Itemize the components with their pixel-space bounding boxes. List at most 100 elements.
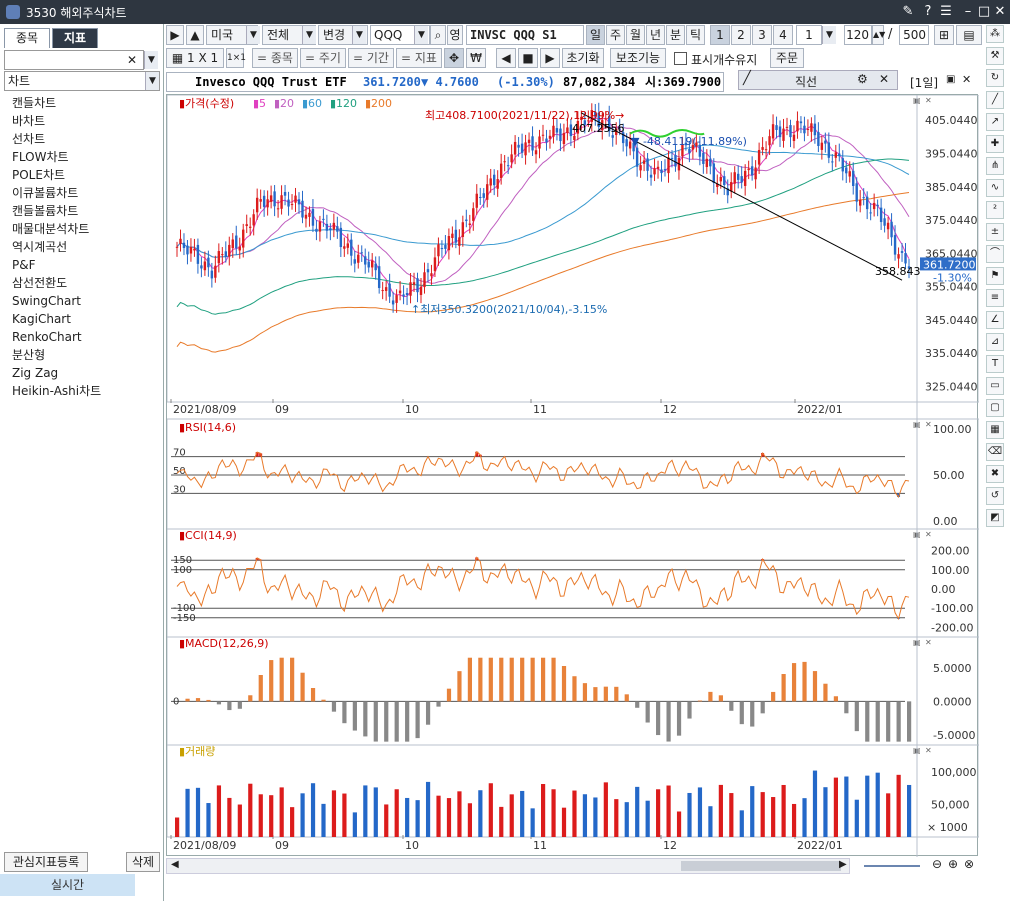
keep-count-checkbox[interactable] xyxy=(674,52,687,65)
pane-close-icon[interactable]: ✕ xyxy=(962,73,971,86)
chart-type-item[interactable]: 분산형 xyxy=(4,346,160,364)
chart-type-item[interactable]: 매물대분석차트 xyxy=(4,220,160,238)
gann-icon[interactable]: ⊿ xyxy=(986,333,1004,351)
count-stepper[interactable]: ▲▼ xyxy=(872,25,885,45)
period-tab[interactable]: 주 xyxy=(606,25,625,45)
ruler-icon[interactable]: ▭ xyxy=(986,377,1004,395)
settings-gear-icon[interactable]: ⚙ xyxy=(857,72,868,86)
period-tab[interactable]: 틱 xyxy=(686,25,705,45)
period-tab[interactable]: 일 xyxy=(586,25,605,45)
stop-icon[interactable]: ■ xyxy=(518,48,538,68)
english-toggle[interactable]: 영 xyxy=(447,25,463,45)
scroll-left-icon[interactable]: ◀ xyxy=(171,859,179,870)
pin-icon[interactable]: ✎ xyxy=(900,3,916,20)
chevron-down-icon[interactable]: ▼ xyxy=(145,72,159,90)
drawing-tool-palette[interactable]: ╱ 직선 ⚙ ✕ xyxy=(738,70,898,90)
menu-icon[interactable]: ☰ xyxy=(938,3,954,20)
all-icon[interactable]: ⁂ xyxy=(986,25,1004,43)
period-tab[interactable]: 년 xyxy=(646,25,665,45)
chart-type-item[interactable]: 캔들차트 xyxy=(4,94,160,112)
chevron-down-icon[interactable]: ▼ xyxy=(414,26,428,44)
magnet-icon[interactable]: ◩ xyxy=(986,509,1004,527)
close-tool-icon[interactable]: ✕ xyxy=(879,72,889,86)
interval-button[interactable]: 1 xyxy=(710,25,730,45)
sync-stock-button[interactable]: = 종목 xyxy=(252,48,298,68)
arc-icon[interactable]: ⌒ xyxy=(986,245,1004,263)
order-button[interactable]: 주문 xyxy=(770,48,804,68)
sync-range-button[interactable]: = 기간 xyxy=(348,48,394,68)
search-icon[interactable]: ⌕ xyxy=(430,25,446,45)
chart-type-item[interactable]: SwingChart xyxy=(4,292,160,310)
new-window-icon[interactable]: ⊞ xyxy=(934,25,954,45)
search-dropdown-icon[interactable]: ▼ xyxy=(144,51,158,69)
sync-indicator-button[interactable]: = 지표 xyxy=(396,48,442,68)
register-indicator-button[interactable]: 관심지표등록 xyxy=(4,852,88,872)
interval-button[interactable]: 4 xyxy=(773,25,793,45)
scroll-right-icon[interactable]: ▶ xyxy=(839,859,847,870)
layout-select[interactable]: ▦ 1 X 1 xyxy=(166,48,224,68)
chart-type-item[interactable]: POLE차트 xyxy=(4,166,160,184)
chart-type-item[interactable]: FLOW차트 xyxy=(4,148,160,166)
trend-icon[interactable]: ↗ xyxy=(986,113,1004,131)
cycle-icon[interactable]: ↻ xyxy=(986,69,1004,87)
interval-button[interactable]: 3 xyxy=(752,25,772,45)
line-icon[interactable]: ╱ xyxy=(986,91,1004,109)
plus-icon[interactable]: ± xyxy=(986,223,1004,241)
move-icon[interactable]: ✥ xyxy=(444,48,464,68)
zoom-in-icon[interactable]: ⊕ xyxy=(948,857,958,871)
period-tab[interactable]: 월 xyxy=(626,25,645,45)
fork-icon[interactable]: ⋔ xyxy=(986,157,1004,175)
tab-stock[interactable]: 종목 xyxy=(4,28,50,48)
all-delete-icon[interactable]: ✖ xyxy=(986,465,1004,483)
minimize-icon[interactable]: – xyxy=(960,3,976,20)
sync-period-button[interactable]: = 주기 xyxy=(300,48,346,68)
close-icon[interactable]: ✕ xyxy=(992,3,1008,20)
fib-icon[interactable]: ≡ xyxy=(986,289,1004,307)
delete-button[interactable]: 삭제 xyxy=(126,852,160,872)
prev-icon[interactable]: ◀ xyxy=(496,48,516,68)
chevron-down-icon[interactable]: ▼ xyxy=(302,26,316,44)
layout-1x1-icon[interactable]: 1×1 xyxy=(226,48,246,68)
cross-icon[interactable]: ✚ xyxy=(986,135,1004,153)
flag-icon[interactable]: ⚑ xyxy=(986,267,1004,285)
chart-type-item[interactable]: 캔들볼륨차트 xyxy=(4,202,160,220)
chevron-down-icon[interactable]: ▼ xyxy=(352,26,366,44)
pane-max-icon[interactable]: ▣ xyxy=(946,74,955,85)
tab-indicator[interactable]: 지표 xyxy=(52,28,98,48)
erase-icon[interactable]: ⌫ xyxy=(986,443,1004,461)
chart-type-combo[interactable]: 차트 ▼ xyxy=(4,71,160,91)
wave-icon[interactable]: ∿ xyxy=(986,179,1004,197)
line-tool-icon[interactable]: ╱ xyxy=(743,71,751,86)
chevron-down-icon[interactable]: ▼ xyxy=(246,26,260,44)
next-icon[interactable]: ▶ xyxy=(540,48,560,68)
period-tab[interactable]: 분 xyxy=(666,25,685,45)
chart-type-item[interactable]: RenkoChart xyxy=(4,328,160,346)
chart-scrollbar[interactable]: ◀ ▶ xyxy=(166,858,850,874)
text-icon[interactable]: T xyxy=(986,355,1004,373)
count-select[interactable]: 1 xyxy=(796,25,822,45)
chart-type-item[interactable]: 삼선전환도 xyxy=(4,274,160,292)
reset-button[interactable]: 초기화 xyxy=(562,48,604,68)
chart-type-item[interactable]: 역시계곡선 xyxy=(4,238,160,256)
chart-canvas[interactable]: ▣✕▣✕▣✕▣✕▣✕405.0440395.0440385.0440375.04… xyxy=(167,95,979,857)
help-icon[interactable]: ? xyxy=(920,3,936,20)
chart-type-item[interactable]: 선차트 xyxy=(4,130,160,148)
nav-right-icon[interactable]: ▶ xyxy=(166,25,184,45)
undo-icon[interactable]: ↺ xyxy=(986,487,1004,505)
aux-function-button[interactable]: 보조기능 xyxy=(610,48,666,68)
chart-type-item[interactable]: 바차트 xyxy=(4,112,160,130)
chart-area[interactable]: ▣✕▣✕▣✕▣✕▣✕405.0440395.0440385.0440375.04… xyxy=(166,94,979,857)
display-count-input[interactable]: 120 xyxy=(844,25,872,45)
zoom-fit-icon[interactable]: ⊗ xyxy=(964,857,974,871)
nav-up-icon[interactable]: ▲ xyxy=(186,25,204,45)
zoom-out-icon[interactable]: ⊖ xyxy=(932,857,942,871)
chart-type-item[interactable]: P&F xyxy=(4,256,160,274)
number-icon[interactable]: ² xyxy=(986,201,1004,219)
chart-type-item[interactable]: Zig Zag xyxy=(4,364,160,382)
scroll-thumb[interactable] xyxy=(681,861,841,871)
tool-icon[interactable]: ⚒ xyxy=(986,47,1004,65)
save-icon[interactable]: ▤ xyxy=(956,25,982,45)
frame-icon[interactable]: ▢ xyxy=(986,399,1004,417)
interval-button[interactable]: 2 xyxy=(731,25,751,45)
maximize-icon[interactable]: □ xyxy=(976,3,992,20)
